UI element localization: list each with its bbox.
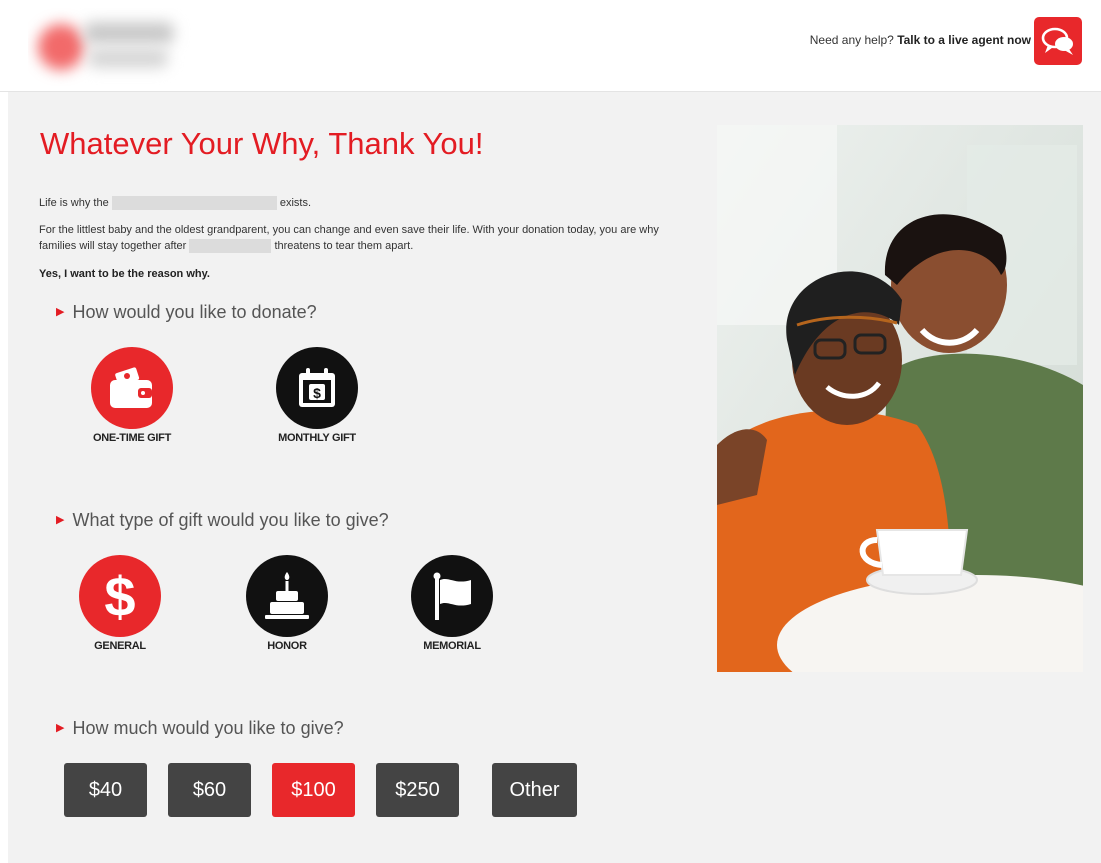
triangle-bullet-icon: ▶ (56, 514, 65, 526)
amount-question: ▶ How much would you like to give? (56, 718, 344, 739)
triangle-bullet-icon: ▶ (56, 722, 65, 734)
intro-text: Life is why the exists. (39, 196, 311, 210)
amount-button-other[interactable]: Other (492, 763, 577, 817)
intro-start: Life is why the (39, 196, 109, 209)
option-label: GENERAL (94, 640, 146, 652)
triangle-bullet-icon: ▶ (56, 306, 65, 318)
hero-photo (717, 125, 1083, 672)
page-title: Whatever Your Why, Thank You! (40, 126, 484, 161)
pledge-text: Yes, I want to be the reason why. (39, 268, 210, 280)
amount-button-100[interactable]: $100 (272, 763, 355, 817)
chat-button[interactable] (1034, 17, 1082, 65)
wallet-icon (110, 367, 152, 408)
flag-icon (433, 572, 471, 620)
redacted-text (111, 196, 277, 210)
honor-gift-circle (246, 555, 328, 637)
donate-question-text: How would you like to donate? (72, 302, 317, 322)
memorial-gift-option[interactable]: MEMORIAL (402, 555, 502, 652)
body-text: For the littlest baby and the oldest gra… (39, 222, 679, 254)
donation-panel: Whatever Your Why, Thank You! Life is wh… (8, 92, 1101, 863)
general-gift-circle: $ (79, 555, 161, 637)
option-label: HONOR (267, 640, 307, 652)
option-label: ONE-TIME GIFT (93, 432, 171, 444)
memorial-gift-circle (411, 555, 493, 637)
dollar-sign-icon: $ (104, 566, 135, 626)
amount-button-250[interactable]: $250 (376, 763, 459, 817)
redacted-text (189, 239, 272, 254)
cake-icon (265, 572, 309, 619)
amount-button-60[interactable]: $60 (168, 763, 251, 817)
body-end: threatens to tear them apart. (274, 240, 414, 252)
honor-gift-option[interactable]: HONOR (237, 555, 337, 652)
amount-button-40[interactable]: $40 (64, 763, 147, 817)
option-label: MEMORIAL (423, 640, 481, 652)
monthly-gift-circle: $ (276, 347, 358, 429)
logo[interactable] (28, 8, 193, 88)
site-header: Need any help? Talk to a live agent now (0, 0, 1101, 92)
live-agent-link[interactable]: Talk to a live agent now (897, 33, 1031, 47)
help-prefix: Need any help? (809, 33, 894, 47)
svg-text:$: $ (104, 566, 135, 626)
one-time-gift-circle (91, 347, 173, 429)
svg-text:$: $ (313, 385, 321, 401)
amount-question-text: How much would you like to give? (72, 718, 344, 738)
gift-type-question: ▶ What type of gift would you like to giv… (56, 510, 389, 531)
option-label: MONTHLY GIFT (278, 432, 356, 444)
donate-question: ▶ How would you like to donate? (56, 302, 317, 323)
help-text: Need any help? Talk to a live agent now (810, 33, 1031, 47)
intro-end: exists. (279, 196, 312, 209)
one-time-gift-option[interactable]: ONE-TIME GIFT (82, 347, 182, 444)
calendar-dollar-icon: $ (299, 368, 335, 407)
general-gift-option[interactable]: $ GENERAL (70, 555, 170, 652)
monthly-gift-option[interactable]: $ MONTHLY GIFT (267, 347, 367, 444)
gift-type-question-text: What type of gift would you like to give… (72, 510, 389, 530)
chat-bubbles-icon (1041, 27, 1073, 55)
